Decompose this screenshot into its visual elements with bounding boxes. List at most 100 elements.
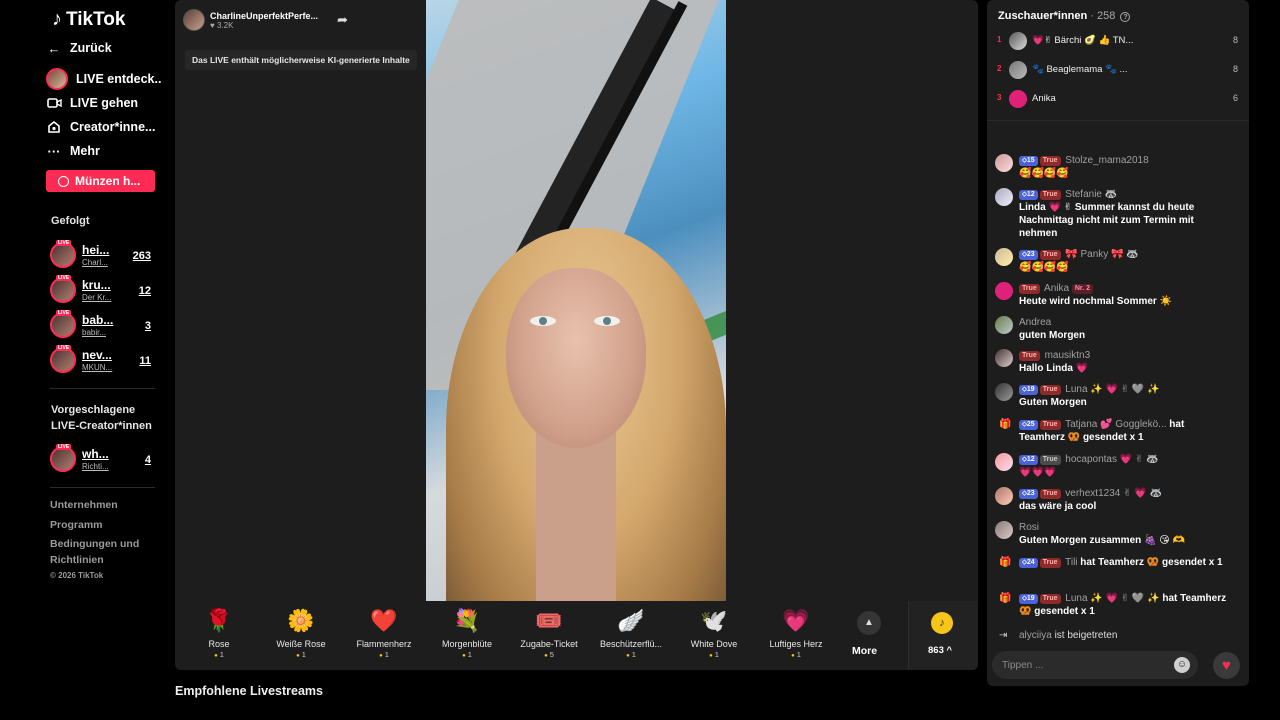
- level-badge: ⬦15: [1019, 156, 1038, 166]
- logo-text: TikTok: [66, 8, 126, 30]
- followed-account[interactable]: LIVE kru... Der Kr... 12: [50, 275, 155, 305]
- level-value: 23: [1026, 490, 1035, 497]
- top-viewer-row[interactable]: 3 Anika 6: [997, 89, 1240, 109]
- account-subname: MKUN...: [82, 363, 113, 372]
- footer-link-company[interactable]: Unternehmen: [50, 497, 118, 513]
- viewer-score: 6: [1232, 93, 1238, 103]
- viewer-name: Anika: [1032, 93, 1056, 104]
- chat-text: Hallo Linda 💗: [1019, 363, 1089, 374]
- nav-label: Creator*inne...: [70, 120, 156, 134]
- get-coins-label: Münzen h...: [75, 174, 141, 188]
- chat-message-body: ⬦25 True Tatjana 💕 Gogglekö... hat Teamhe…: [1019, 418, 1229, 444]
- gift-box-icon: 🎁: [999, 557, 1012, 568]
- live-tag: LIVE: [56, 444, 72, 450]
- nav-label: LIVE entdeck..: [76, 72, 162, 86]
- level-value: 19: [1026, 595, 1035, 602]
- video-scene: [506, 268, 646, 448]
- chat-message-body: ⬦23 True 🎀 Panky 🎀 🦝 🥰🥰🥰🥰: [1019, 248, 1229, 274]
- chat-message-body: ⬦24 True Tili hat Teamherz 🥨 gesendet x 1: [1019, 556, 1229, 569]
- viewers-label: Zuschauer*innen: [998, 10, 1088, 22]
- nav-creator[interactable]: Creator*inne...: [46, 119, 155, 135]
- like-heart-button[interactable]: ♥: [1213, 652, 1240, 679]
- viewers-header: Zuschauer*innen · 258 ?: [998, 10, 1131, 22]
- chat-username: hocapontas 💗 ✌ 🦝: [1065, 454, 1159, 465]
- top-viewer-row[interactable]: 1 💗✌ Bärchi 🥑 👍 TN... 8: [997, 31, 1240, 51]
- gift-price: 1: [426, 650, 508, 659]
- true-badge: True: [1039, 250, 1061, 260]
- nav-go-live[interactable]: LIVE gehen: [46, 95, 138, 111]
- gift-encore-ticket[interactable]: 🎟️ Zugabe-Ticket 5: [508, 607, 590, 659]
- level-value: 12: [1026, 456, 1035, 463]
- level-badge: ⬦19: [1019, 385, 1038, 395]
- chat-username: Stolze_mama2018: [1065, 155, 1149, 166]
- gift-name: Beschützerflü...: [599, 639, 663, 649]
- true-badge: True: [1039, 420, 1061, 430]
- top-viewer-row[interactable]: 2 🐾 Beaglemama 🐾 ... 8: [997, 60, 1240, 80]
- info-icon[interactable]: ?: [1120, 12, 1131, 22]
- followed-account[interactable]: LIVE bab... babir... 3: [50, 310, 155, 340]
- account-subname: Charl...: [82, 258, 108, 267]
- video-scene: [530, 316, 556, 326]
- true-badge: True: [1039, 156, 1061, 166]
- gift-white-dove[interactable]: 🕊️ White Dove 1: [673, 607, 755, 659]
- gift-airy-heart[interactable]: 💗 Luftiges Herz 1: [755, 607, 837, 659]
- chat-message-body: Rosi Guten Morgen zusammen 🍇 😘 🫶: [1019, 521, 1229, 547]
- chat-text: ist beigetreten: [1054, 630, 1118, 641]
- coin-balance[interactable]: ♪ 863 ^: [908, 601, 978, 670]
- back-button[interactable]: ← Zurück: [46, 40, 112, 56]
- gift-protector-wings[interactable]: 🪽 Beschützerflü... 1: [590, 607, 672, 659]
- gift-name: Zugabe-Ticket: [520, 639, 578, 649]
- avatar: LIVE: [50, 444, 76, 472]
- chat-text: 💗💗💗: [1019, 467, 1057, 478]
- avatar: LIVE: [50, 240, 76, 268]
- suggested-account[interactable]: LIVE wh... Richti... 4: [50, 444, 155, 474]
- gift-flame-heart[interactable]: ❤️ Flammenherz 1: [343, 607, 425, 659]
- chevron-up-icon[interactable]: ▲: [857, 611, 881, 635]
- ai-content-notice: Das LIVE enthält möglicherweise KI-gener…: [185, 50, 417, 70]
- level-value: 25: [1026, 421, 1035, 428]
- host-avatar[interactable]: [183, 9, 205, 31]
- avatar: [995, 282, 1013, 300]
- video-scene: [594, 316, 620, 326]
- more-gifts-button[interactable]: More: [852, 645, 877, 657]
- live-stage: CharlineUnperfektPerfe... ♥ 3.2K ➦ Das L…: [175, 0, 978, 670]
- emoji-icon[interactable]: ☺: [1174, 657, 1190, 673]
- gift-white-rose[interactable]: 🌼 Weiße Rose 1: [260, 607, 342, 659]
- avatar: [995, 453, 1013, 471]
- live-video[interactable]: [426, 0, 726, 601]
- gift-price: 1: [673, 650, 755, 659]
- chat-username: Tatjana 💕 Gogglekö...: [1065, 419, 1167, 430]
- followed-account[interactable]: LIVE hei... Charl... 263: [50, 240, 155, 270]
- host-info[interactable]: CharlineUnperfektPerfe... ♥ 3.2K: [183, 9, 318, 31]
- gift-name: Weiße Rose: [276, 639, 326, 649]
- get-coins-button[interactable]: Münzen h...: [46, 170, 155, 192]
- more-dots-icon: ···: [47, 143, 61, 159]
- gift-rose[interactable]: 🌹 Rose 1: [178, 607, 260, 659]
- chat-text: hat Teamherz 🥨 gesendet x 1: [1080, 557, 1223, 568]
- nav-more[interactable]: ··· Mehr: [46, 143, 100, 159]
- live-tag: LIVE: [56, 345, 72, 351]
- ticket-icon: 🎟️: [535, 608, 563, 633]
- tiktok-logo[interactable]: ♪ TikTok: [52, 8, 125, 31]
- chat-input[interactable]: [1002, 657, 1162, 673]
- chat-message-body: ⬦23 True verhext1234 ✌ 💗 🦝 das wäre ja co…: [1019, 487, 1229, 513]
- nav-live-explore[interactable]: LIVE entdeck..: [46, 68, 161, 90]
- divider: [50, 388, 155, 389]
- coin-balance-value: 863 ^: [928, 645, 952, 656]
- viewer-count: 3: [144, 320, 151, 332]
- avatar: LIVE: [50, 275, 76, 303]
- gift-morning-bloom[interactable]: 💐 Morgenblüte 1: [426, 607, 508, 659]
- footer-link-program[interactable]: Programm: [50, 517, 103, 533]
- chat-username: Tili: [1065, 557, 1078, 568]
- chat-input-wrapper: ☺: [992, 651, 1198, 679]
- followed-account[interactable]: LIVE nev... MKUN... 11: [50, 345, 155, 375]
- gift-name: Rose: [208, 639, 230, 649]
- avatar: [995, 248, 1013, 266]
- host-name[interactable]: CharlineUnperfektPerfe...: [210, 11, 318, 21]
- footer-link-terms[interactable]: Bedingungen und Richtlinien: [50, 536, 150, 568]
- true-badge: True: [1039, 558, 1061, 568]
- chat-text: Guten Morgen zusammen 🍇 😘 🫶: [1019, 535, 1185, 546]
- share-icon[interactable]: ➦: [337, 12, 348, 28]
- viewer-score: 8: [1232, 35, 1238, 45]
- gift-price: 5: [508, 650, 590, 659]
